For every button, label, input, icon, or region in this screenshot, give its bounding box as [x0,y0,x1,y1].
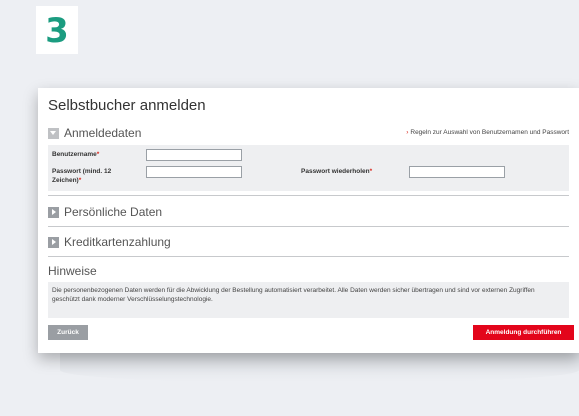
signup-form-panel: Selbstbucher anmelden Anmeldedaten › Rege… [38,88,579,353]
section-login-header[interactable]: Anmeldedaten [48,126,141,140]
back-button[interactable]: Zurück [48,325,88,340]
username-input[interactable] [146,149,242,161]
section-payment-header[interactable]: Kreditkartenzahlung [48,235,171,249]
caret-right-icon [48,206,59,218]
password-label: Passwort (mind. 12 Zeichen)* [52,168,112,184]
rules-link[interactable]: › Regeln zur Auswahl von Benutzernamen un… [406,129,569,136]
arrow-right-icon: › [406,129,409,136]
submit-registration-button[interactable]: Anmeldung durchführen [473,325,574,340]
section-personal-label: Persönliche Daten [64,205,163,219]
section-personal-header[interactable]: Persönliche Daten [48,205,162,219]
hints-title: Hinweise [48,264,97,278]
section-payment-label: Kreditkartenzahlung [64,235,171,249]
username-label: Benutzername* [52,151,100,158]
rules-link-label: Regeln zur Auswahl von Benutzernamen und… [410,129,569,136]
panel-shadow [60,352,579,382]
hints-text: Die personenbezogenen Daten werden für d… [52,287,535,303]
password-repeat-input[interactable] [409,166,505,178]
password-input[interactable] [146,166,242,178]
password-repeat-label: Passwort wiederholen* [301,168,373,175]
caret-down-icon [48,127,59,139]
divider [48,195,569,196]
section-login-label: Anmeldedaten [64,126,142,140]
divider [48,226,569,227]
step-number-badge: 3 [36,6,78,54]
caret-right-icon [48,236,59,248]
form-title: Selbstbucher anmelden [48,97,206,114]
login-fields-area: Benutzername* Passwort (mind. 12 Zeichen)… [48,145,569,191]
divider [48,256,569,257]
hints-box: Die personenbezogenen Daten werden für d… [48,282,569,318]
